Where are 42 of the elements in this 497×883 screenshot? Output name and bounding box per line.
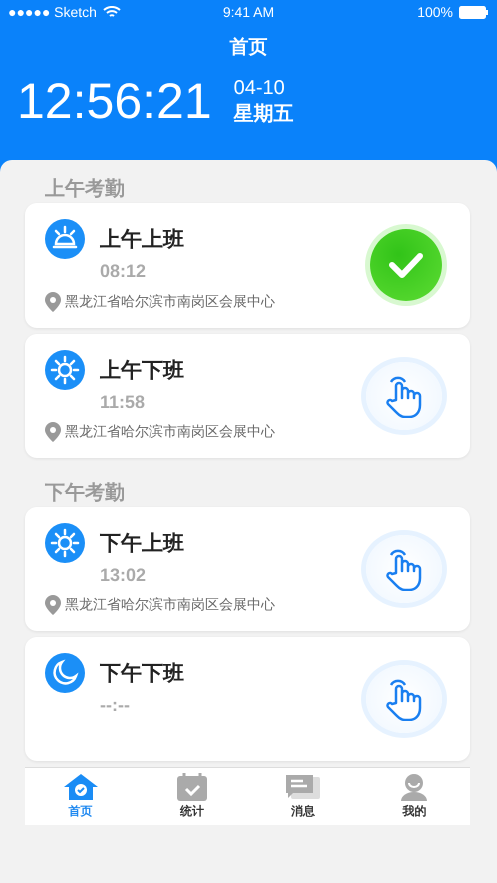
tab-item[interactable]: 统计 bbox=[136, 768, 248, 826]
location-pin-icon bbox=[45, 422, 61, 442]
shift-label: 下午上班 bbox=[100, 530, 184, 557]
checked-in-button[interactable] bbox=[370, 229, 442, 302]
home-icon bbox=[62, 773, 99, 802]
checkmark-icon bbox=[388, 251, 424, 280]
sun-icon bbox=[45, 350, 85, 390]
tab-item[interactable]: 消息 bbox=[248, 768, 359, 826]
carrier-signal: ●●●●● Sketch bbox=[8, 4, 97, 20]
punch-time: 08:12 bbox=[100, 261, 148, 282]
current-date: 04-10 bbox=[234, 76, 286, 101]
status-time: 9:41 AM bbox=[222, 4, 274, 20]
location-text: 黑龙江省哈尔滨市南岗区会展中心 bbox=[65, 292, 275, 310]
punch-time: 13:02 bbox=[100, 565, 148, 586]
tab-item[interactable]: 我的 bbox=[358, 768, 470, 826]
shift-label: 下午下班 bbox=[100, 660, 184, 688]
calendar-icon bbox=[176, 773, 208, 802]
chat-icon bbox=[285, 773, 322, 802]
punch-time: --:-- bbox=[100, 695, 131, 716]
weekday: 星期五 bbox=[234, 102, 294, 127]
punch-button[interactable] bbox=[366, 362, 442, 430]
section-title: 上午考勤 bbox=[44, 177, 126, 202]
location-text: 黑龙江省哈尔滨市南岗区会展中心 bbox=[65, 422, 275, 441]
shift-label: 上午下班 bbox=[100, 356, 184, 384]
page-title: 首页 bbox=[228, 36, 268, 60]
location-text: 黑龙江省哈尔滨市南岗区会展中心 bbox=[65, 596, 275, 614]
current-time: 12:56:21 bbox=[17, 72, 212, 130]
user-icon bbox=[399, 773, 430, 802]
location-pin-icon bbox=[45, 292, 61, 312]
punch-time: 11:58 bbox=[100, 392, 146, 412]
battery-percent: 100% bbox=[417, 4, 453, 20]
battery-icon bbox=[459, 6, 489, 18]
wifi-icon bbox=[102, 6, 121, 18]
sunrise-icon bbox=[45, 219, 85, 260]
sun-icon bbox=[45, 523, 85, 563]
shift-label: 上午上班 bbox=[100, 226, 184, 254]
tab-item[interactable]: 首页 bbox=[25, 768, 136, 826]
location-pin-icon bbox=[45, 595, 61, 616]
moon-icon bbox=[45, 653, 85, 694]
punch-button[interactable] bbox=[366, 665, 442, 734]
punch-button[interactable] bbox=[366, 535, 442, 604]
section-title: 下午考勤 bbox=[44, 480, 126, 506]
